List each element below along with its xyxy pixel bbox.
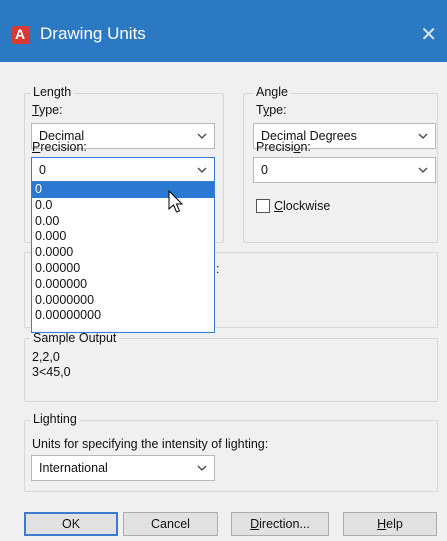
sample-output-line: 3<45,0 [32, 365, 71, 379]
length-precision-dropdown-list[interactable]: 0 0.0 0.00 0.000 0.0000 0.00000 0.000000 0.0000… [31, 181, 215, 333]
precision-option[interactable]: 0.000000 [32, 277, 214, 293]
lighting-units-select[interactable]: International [31, 455, 215, 481]
mouse-cursor-icon [168, 190, 184, 213]
precision-option[interactable]: 0.00000000 [32, 308, 214, 324]
precision-option[interactable]: 0.0 [32, 198, 214, 214]
precision-option[interactable]: 0.0000 [32, 245, 214, 261]
chevron-down-icon [418, 167, 428, 173]
precision-option[interactable]: 0.000 [32, 229, 214, 245]
length-group-label: Length [30, 85, 75, 99]
title-bar[interactable]: A Drawing Units ✕ [0, 0, 447, 62]
angle-precision-label: Precision: [256, 140, 311, 154]
lighting-units-label: Units for specifying the intensity of li… [32, 437, 269, 451]
drawing-units-dialog: A Drawing Units ✕ Length Type: Decimal P… [0, 0, 447, 541]
chevron-down-icon [197, 133, 207, 139]
length-type-label: Type: [32, 103, 63, 117]
chevron-down-icon [197, 465, 207, 471]
cancel-button[interactable]: Cancel [123, 512, 218, 536]
precision-option[interactable]: 0 [32, 182, 214, 198]
precision-option[interactable]: 0.00 [32, 214, 214, 230]
chevron-down-icon [418, 133, 428, 139]
sample-output-label: Sample Output [30, 331, 120, 345]
chevron-down-icon [197, 167, 207, 173]
sample-output-text: 2,2,0 3<45,0 [32, 350, 71, 380]
clockwise-label[interactable]: Clockwise [274, 199, 330, 213]
ok-button[interactable]: OK [24, 512, 118, 536]
precision-option[interactable]: 0.00000 [32, 261, 214, 277]
angle-precision-select[interactable]: 0 [253, 157, 436, 183]
sample-output-line: 2,2,0 [32, 350, 60, 364]
autocad-icon: A [12, 26, 30, 44]
lighting-group-label: Lighting [30, 412, 80, 426]
close-button[interactable]: ✕ [420, 22, 437, 47]
insertion-scale-partial-label: : [216, 262, 220, 276]
length-precision-value: 0 [39, 163, 46, 177]
direction-button[interactable]: Direction... [231, 512, 329, 536]
precision-option[interactable]: 0.0000000 [32, 293, 214, 309]
help-button[interactable]: Help [343, 512, 437, 536]
sample-output-group [24, 338, 438, 402]
lighting-units-value: International [39, 461, 108, 475]
angle-type-label: Type: [256, 103, 287, 117]
length-type-label-rest: ype: [38, 103, 63, 117]
angle-group-label: Angle [253, 85, 291, 99]
window-title: Drawing Units [40, 24, 146, 43]
length-precision-label: Precision: [32, 140, 87, 154]
clockwise-checkbox[interactable] [256, 199, 270, 213]
angle-precision-value: 0 [261, 163, 268, 177]
length-precision-select[interactable]: 0 [31, 157, 215, 183]
